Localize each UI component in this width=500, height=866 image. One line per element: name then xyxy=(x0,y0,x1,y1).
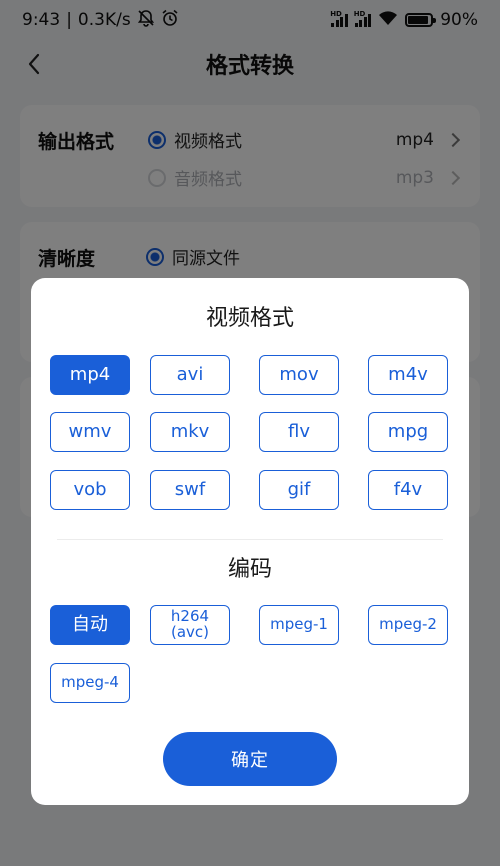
codec-chip[interactable]: 自动 xyxy=(50,605,130,645)
format-chip[interactable]: gif xyxy=(259,470,339,510)
codec-title: 编码 xyxy=(227,557,272,582)
format-chip[interactable]: m4v xyxy=(368,355,448,395)
codec-chip[interactable]: h264 (avc) xyxy=(150,605,230,645)
format-chip[interactable]: wmv xyxy=(50,412,130,452)
format-dialog: 视频格式 编码 确定 mp4 avi mov m4v wmv mkv flv mpg vob sw… xyxy=(31,278,469,805)
format-chip[interactable]: mkv xyxy=(150,412,230,452)
format-chip[interactable]: avi xyxy=(150,355,230,395)
confirm-button[interactable]: 确定 xyxy=(163,732,337,786)
codec-chip[interactable]: mpeg-2 xyxy=(368,605,448,645)
format-chip[interactable]: swf xyxy=(150,470,230,510)
codec-chip[interactable]: mpeg-4 xyxy=(50,663,130,703)
codec-chip[interactable]: mpeg-1 xyxy=(259,605,339,645)
format-chip[interactable]: mov xyxy=(259,355,339,395)
format-chip[interactable]: f4v xyxy=(368,470,448,510)
format-chip[interactable]: mp4 xyxy=(50,355,130,395)
format-chip[interactable]: vob xyxy=(50,470,130,510)
format-chip[interactable]: mpg xyxy=(368,412,448,452)
video-format-title: 视频格式 xyxy=(205,306,294,331)
format-chip[interactable]: flv xyxy=(259,412,339,452)
dialog-divider xyxy=(57,539,443,540)
